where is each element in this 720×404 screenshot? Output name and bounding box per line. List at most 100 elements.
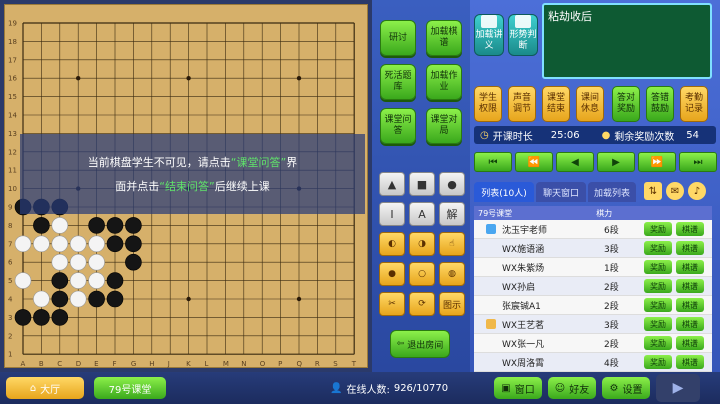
board-row-label: 2 [8,332,12,340]
last-move-button[interactable]: ⏭ [679,152,717,172]
board-col-label: O [260,360,266,368]
hand-icon[interactable]: ☝ [439,232,465,256]
notice-line-1: 当前棋盘学生不可见，请点击“课堂问答”界 [88,154,297,170]
book-icon [481,15,497,28]
student-row[interactable]: WX王艺茗 3段 奖励 棋谱 [474,315,712,334]
letter-mark-button[interactable]: A [409,202,435,226]
rotate-icon[interactable]: ⟳ [409,292,435,316]
folder-icon [486,319,496,329]
tab-student-list[interactable]: 列表(10人) [474,182,534,202]
forward-one-button[interactable]: ▶ [597,152,635,172]
board-col-label: J [167,360,170,368]
diagram-button[interactable]: 图示 [439,292,465,316]
judge-icon [515,15,531,28]
hidden-board-notice: 当前棋盘学生不可见，请点击“课堂问答”界 面并点击“结束问答”后继续上课 [20,134,365,214]
black-stone [106,272,124,289]
reward-button[interactable]: 奖励 [644,260,672,274]
board-col-label: P [278,360,282,368]
student-row[interactable]: WX周洛霄 4段 奖励 棋谱 [474,353,712,372]
board-col-label: F [113,360,117,368]
load-homework-button[interactable]: 加载作业 [426,64,462,100]
life-death-library-button[interactable]: 死活题库 [380,64,416,100]
board-col-label: B [39,360,44,368]
student-row[interactable]: WX张一凡 2段 奖励 棋谱 [474,334,712,353]
view-record-button[interactable]: 棋谱 [676,317,704,331]
class-qa-button[interactable]: 课堂问答 [380,108,416,144]
clear-broom-icon[interactable]: ✂ [379,292,405,316]
view-record-button[interactable]: 棋谱 [676,298,704,312]
board-col-label: Q [297,360,303,368]
exit-room-button[interactable]: ⇦ 退出房间 [390,330,450,358]
friends-button[interactable]: ☺ 好友 [548,377,596,399]
number-mark-button[interactable]: I [379,202,405,226]
circle-mark-icon[interactable]: ● [439,172,465,196]
reward-button[interactable]: 奖励 [644,298,672,312]
triangle-mark-icon[interactable]: ▲ [379,172,405,196]
student-permission-button[interactable]: 学生权限 [474,86,502,122]
load-record-button[interactable]: 加载棋谱 [426,20,462,56]
class-match-button[interactable]: 课堂对局 [426,108,462,144]
view-record-button[interactable]: 棋谱 [676,260,704,274]
review-button[interactable]: 研讨 [380,20,416,56]
message-text: 粘劫收后 [548,10,592,23]
reward-button[interactable]: 奖励 [644,355,672,369]
reward-button[interactable]: 奖励 [644,317,672,331]
forward-many-button[interactable]: ⏩ [638,152,676,172]
friends-icon: ☺ [554,382,566,394]
board-row-label: 10 [8,185,17,193]
settings-button[interactable]: ⚙ 设置 [602,377,650,399]
attendance-record-button[interactable]: 考勤记录 [680,86,708,122]
position-judge-button[interactable]: 形势判断 [508,14,538,56]
student-row[interactable]: WX施语涵 3段 奖励 棋谱 [474,239,712,258]
board-row-label: 1 [8,351,12,359]
view-record-button[interactable]: 棋谱 [676,279,704,293]
sort-icon[interactable]: ⇅ [644,182,662,200]
coin-icon: ● [601,129,611,141]
student-list[interactable]: 79号课堂 棋力 沈玉宇老师 6段 奖励 棋谱 WX施语涵 3段 奖励 棋谱 WX朱紫炀 1段 奖励… [474,206,712,372]
back-one-button[interactable]: ◀ [556,152,594,172]
student-row[interactable]: WX孙启 2段 奖励 棋谱 [474,277,712,296]
reward-button[interactable]: 奖励 [644,241,672,255]
message-box[interactable]: 粘劫收后 [542,3,712,79]
first-move-button[interactable]: ⏮ [474,152,512,172]
record-icon[interactable]: ▶ [656,374,700,402]
black-stone-icon[interactable]: ● [379,262,405,286]
audio-adjust-button[interactable]: 声音调节 [508,86,536,122]
lobby-button[interactable]: ⌂ 大厅 [6,377,84,399]
star-point [296,296,302,302]
reward-button[interactable]: 奖励 [644,279,672,293]
view-record-button[interactable]: 棋谱 [676,355,704,369]
answer-reward-button[interactable]: 答对奖励 [612,86,640,122]
reward-button[interactable]: 奖励 [644,222,672,236]
tab-load-list[interactable]: 加载列表 [588,182,636,202]
board-col-label: R [315,360,320,368]
room-tab[interactable]: 79号课堂 [94,377,166,399]
view-record-button[interactable]: 棋谱 [676,336,704,350]
list-header-room: 79号课堂 [478,208,513,218]
back-many-button[interactable]: ⏪ [515,152,553,172]
square-mark-icon[interactable]: ■ [409,172,435,196]
class-break-button[interactable]: 课间休息 [576,86,604,122]
black-first-icon[interactable]: ◐ [379,232,405,256]
student-row[interactable]: WX朱紫炀 1段 奖励 棋谱 [474,258,712,277]
explain-button[interactable]: 解 [439,202,465,226]
white-stone-icon[interactable]: ○ [409,262,435,286]
alternate-stone-icon[interactable]: ◍ [439,262,465,286]
tab-chat-window[interactable]: 聊天窗口 [536,182,586,202]
class-end-button[interactable]: 课堂结束 [542,86,570,122]
chat-icon[interactable]: ✉ [666,182,684,200]
board-row-label: 6 [8,259,13,267]
white-first-icon[interactable]: ◑ [409,232,435,256]
reward-button[interactable]: 奖励 [644,336,672,350]
view-record-button[interactable]: 棋谱 [676,222,704,236]
white-stone [69,253,87,271]
white-stone [14,272,32,289]
answer-encourage-button[interactable]: 答错鼓励 [646,86,674,122]
view-record-button[interactable]: 棋谱 [676,241,704,255]
microphone-icon[interactable]: ♪ [688,182,706,200]
student-row[interactable]: 沈玉宇老师 6段 奖励 棋谱 [474,220,712,239]
board-col-label: N [241,360,246,368]
window-button[interactable]: ▣ 窗口 [494,377,542,399]
student-row[interactable]: 张宸铖A1 2段 奖励 棋谱 [474,296,712,315]
load-lecture-button[interactable]: 加载讲义 [474,14,504,56]
